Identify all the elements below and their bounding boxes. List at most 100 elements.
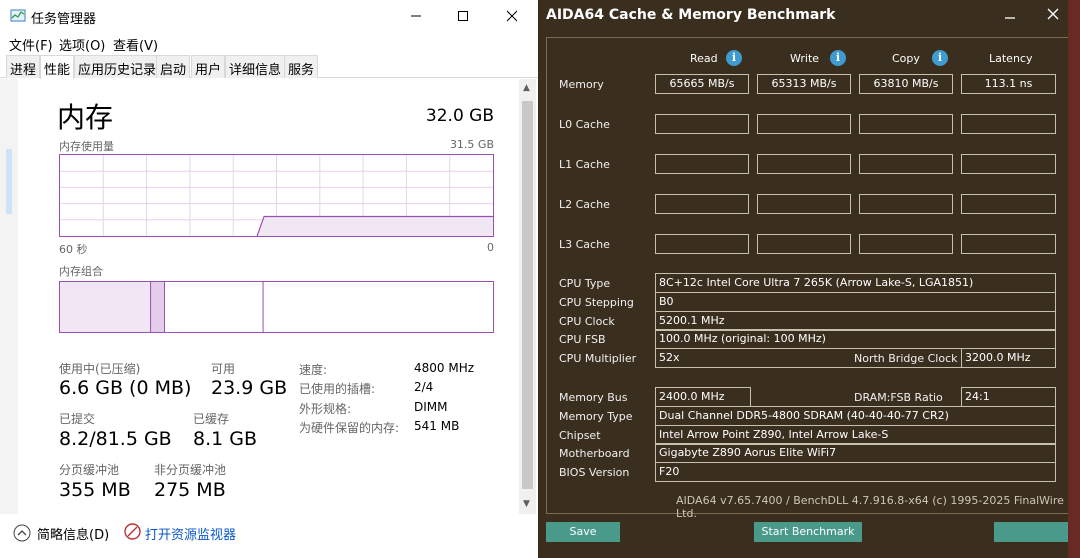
- dram-fsb-label: DRAM:FSB Ratio: [854, 391, 943, 404]
- minimize-button[interactable]: [393, 0, 439, 32]
- l0-write-value: [757, 114, 851, 134]
- footer: 简略信息(D) 打开资源监视器: [0, 515, 538, 558]
- memory-latency-value: 113.1 ns: [961, 74, 1056, 94]
- cpu-stepping-label: CPU Stepping: [559, 296, 634, 309]
- paged-pool-label: 分页缓冲池: [59, 463, 120, 477]
- menu-view[interactable]: 查看(V): [113, 35, 158, 54]
- background-strip: [1068, 0, 1080, 558]
- l3-copy-value: [859, 234, 953, 254]
- l0-latency-value: [961, 114, 1056, 134]
- l2-copy-value: [859, 194, 953, 214]
- open-resource-monitor-link[interactable]: 打开资源监视器: [145, 524, 236, 543]
- cached-value: 8.1 GB: [193, 428, 258, 450]
- copy-info-icon[interactable]: i: [932, 50, 948, 66]
- tab-startup[interactable]: 启动: [156, 55, 191, 78]
- nb-clock-label: North Bridge Clock: [854, 352, 958, 365]
- close-button[interactable]: [1042, 4, 1064, 24]
- available-label: 可用: [211, 362, 236, 376]
- close-icon: [1047, 8, 1059, 20]
- l3-write-value: [757, 234, 851, 254]
- nb-clock-value: 3200.0 MHz: [961, 348, 1056, 368]
- maximize-button[interactable]: [440, 0, 486, 32]
- column-latency: Latency: [989, 52, 1033, 65]
- window-title: 任务管理器: [31, 12, 97, 27]
- aida64-window: AIDA64 Cache & Memory Benchmark Read i W…: [538, 0, 1080, 558]
- memory-type-value: Dual Channel DDR5-4800 SDRAM (40-40-40-7…: [655, 406, 1056, 426]
- tab-users[interactable]: 用户: [191, 55, 226, 78]
- slots-label: 已使用的插槽:: [299, 382, 376, 396]
- memory-type-label: Memory Type: [559, 410, 633, 423]
- start-benchmark-button[interactable]: Start Benchmark: [754, 522, 862, 542]
- scroll-down-icon[interactable]: ▼: [523, 499, 530, 509]
- menu-file[interactable]: 文件(F): [9, 35, 53, 54]
- fewer-details-button[interactable]: 简略信息(D): [37, 524, 109, 543]
- write-info-icon[interactable]: i: [830, 50, 846, 66]
- close-icon: [506, 10, 518, 22]
- row-label-l0: L0 Cache: [559, 118, 610, 131]
- l2-latency-value: [961, 194, 1056, 214]
- l1-read-value: [655, 154, 749, 174]
- tab-processes[interactable]: 进程: [6, 55, 41, 78]
- composition-label: 内存组合: [59, 265, 103, 278]
- l0-read-value: [655, 114, 749, 134]
- scroll-up-icon[interactable]: ▲: [523, 83, 530, 93]
- l2-read-value: [655, 194, 749, 214]
- cpu-clock-value: 5200.1 MHz: [655, 311, 1056, 331]
- sidebar-scroll[interactable]: [0, 79, 18, 514]
- menu-options[interactable]: 选项(O): [59, 35, 105, 54]
- menu-bar: 文件(F) 选项(O) 查看(V): [0, 32, 538, 54]
- row-label-memory: Memory: [559, 78, 604, 91]
- nonpaged-pool-value: 275 MB: [154, 479, 226, 501]
- speed-label: 速度:: [299, 363, 328, 377]
- committed-value: 8.2/81.5 GB: [59, 428, 172, 450]
- cpu-stepping-value: B0: [655, 292, 1056, 312]
- page-title: 内存: [57, 101, 114, 134]
- memory-read-value: 65665 MB/s: [655, 74, 749, 94]
- tab-performance[interactable]: 性能: [40, 55, 75, 79]
- column-read: Read: [690, 52, 718, 65]
- close-dialog-button[interactable]: [994, 522, 1070, 542]
- chevron-up-icon[interactable]: [13, 524, 31, 542]
- nonpaged-pool-label: 非分页缓冲池: [154, 463, 227, 477]
- l0-copy-value: [859, 114, 953, 134]
- bios-label: BIOS Version: [559, 466, 630, 479]
- available-value: 23.9 GB: [211, 377, 288, 399]
- read-info-icon[interactable]: i: [726, 50, 742, 66]
- l1-latency-value: [961, 154, 1056, 174]
- tab-services[interactable]: 服务: [284, 55, 319, 78]
- paged-pool-value: 355 MB: [59, 479, 131, 501]
- reserved-value: 541 MB: [414, 419, 460, 433]
- slots-value: 2/4: [414, 380, 434, 394]
- close-button[interactable]: [489, 0, 535, 32]
- tab-app-history[interactable]: 应用历史记录: [74, 55, 161, 78]
- memory-bus-value: 2400.0 MHz: [655, 387, 751, 407]
- sidebar-scroll-thumb[interactable]: [6, 149, 12, 214]
- memory-bus-label: Memory Bus: [559, 391, 628, 404]
- usage-label: 内存使用量: [59, 140, 114, 153]
- cpu-multiplier-label: CPU Multiplier: [559, 352, 637, 365]
- window-title: AIDA64 Cache & Memory Benchmark: [546, 7, 836, 23]
- l1-write-value: [757, 154, 851, 174]
- chipset-value: Intel Arrow Point Z890, Intel Arrow Lake…: [655, 425, 1056, 445]
- form-factor-label: 外形规格:: [299, 402, 352, 416]
- l2-write-value: [757, 194, 851, 214]
- resource-monitor-icon: [124, 523, 141, 540]
- memory-usage-graph: [59, 154, 494, 237]
- title-bar: 任务管理器: [0, 0, 538, 32]
- scrollbar-thumb[interactable]: [522, 101, 533, 489]
- save-button[interactable]: Save: [546, 522, 620, 542]
- bios-value: F20: [655, 462, 1056, 482]
- row-label-l1: L1 Cache: [559, 158, 610, 171]
- l3-read-value: [655, 234, 749, 254]
- l1-copy-value: [859, 154, 953, 174]
- total-memory: 32.0 GB: [425, 106, 494, 126]
- in-use-value: 6.6 GB (0 MB): [59, 377, 192, 399]
- maximize-icon: [458, 11, 468, 21]
- minimize-icon: [1005, 17, 1015, 19]
- vertical-scrollbar[interactable]: ▲ ▼: [519, 79, 536, 514]
- time-axis-left: 60 秒: [59, 243, 88, 256]
- row-label-l3: L3 Cache: [559, 238, 610, 251]
- l3-latency-value: [961, 234, 1056, 254]
- minimize-button[interactable]: [999, 4, 1021, 24]
- tab-details[interactable]: 详细信息: [225, 55, 286, 78]
